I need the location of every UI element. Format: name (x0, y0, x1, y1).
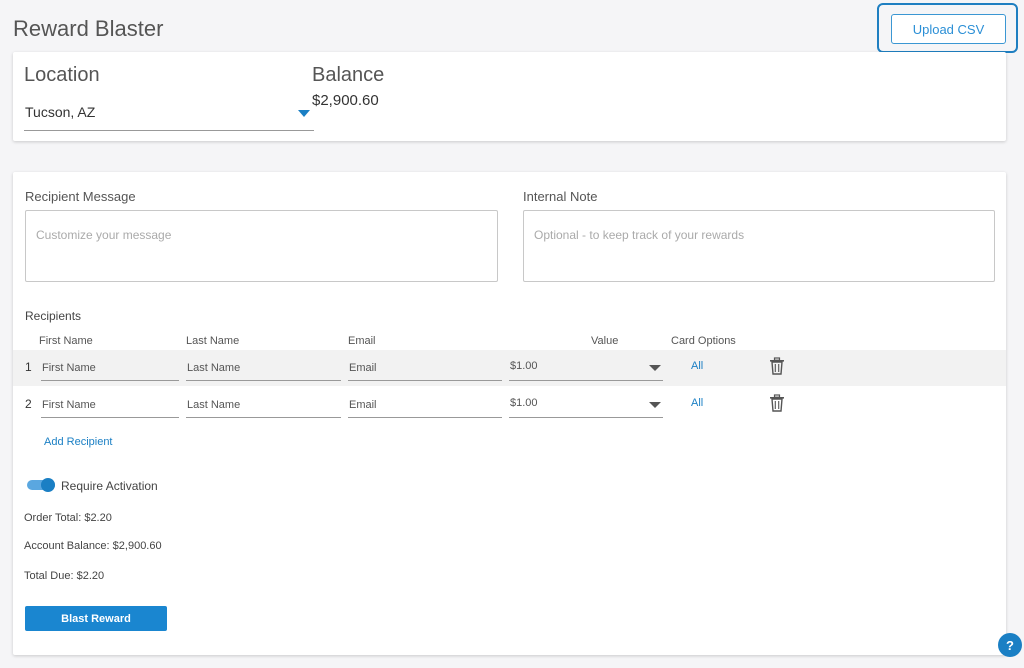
recipient-row: 1 $1.00 All (13, 350, 1006, 386)
location-value: Tucson, AZ (25, 104, 96, 120)
row-number: 2 (25, 397, 32, 411)
internal-note-label: Internal Note (523, 189, 598, 204)
blast-reward-button[interactable]: Blast Reward (25, 606, 167, 631)
caret-down-icon (649, 365, 661, 371)
last-name-input[interactable] (186, 392, 341, 418)
caret-down-icon (649, 402, 661, 408)
col-value: Value (591, 335, 619, 347)
help-icon[interactable]: ? (998, 633, 1022, 657)
col-card-options: Card Options (671, 335, 736, 347)
balance-label: Balance (312, 64, 385, 86)
value-select[interactable]: $1.00 (509, 355, 663, 381)
col-last-name: Last Name (186, 335, 240, 347)
page-title: Reward Blaster (13, 16, 164, 41)
value-text: $1.00 (510, 397, 538, 409)
add-recipient-link[interactable]: Add Recipient (44, 436, 113, 448)
recipient-message-label: Recipient Message (25, 189, 136, 204)
first-name-input[interactable] (41, 355, 179, 381)
upload-focus-ring: Upload CSV (877, 3, 1018, 53)
value-text: $1.00 (510, 360, 538, 372)
account-balance: Account Balance: $2,900.60 (24, 540, 162, 552)
recipients-label: Recipients (25, 309, 82, 323)
trash-icon[interactable] (769, 357, 785, 375)
email-input[interactable] (348, 355, 502, 381)
first-name-input[interactable] (41, 392, 179, 418)
balance-value: $2,900.60 (312, 92, 379, 109)
card-options-all-link[interactable]: All (691, 360, 703, 372)
trash-icon[interactable] (769, 394, 785, 412)
last-name-input[interactable] (186, 355, 341, 381)
value-select[interactable]: $1.00 (509, 392, 663, 418)
toggle-knob (41, 478, 55, 492)
caret-down-icon (298, 110, 310, 117)
card-options-all-link[interactable]: All (691, 397, 703, 409)
recipient-row: 2 $1.00 All (13, 387, 1006, 423)
email-input[interactable] (348, 392, 502, 418)
col-email: Email (348, 335, 376, 347)
total-due: Total Due: $2.20 (24, 570, 105, 582)
internal-note-input[interactable] (523, 210, 995, 282)
row-number: 1 (25, 360, 32, 374)
location-select[interactable]: Tucson, AZ (24, 98, 314, 131)
recipient-message-input[interactable] (25, 210, 498, 282)
order-total: Order Total: $2.20 (24, 512, 112, 524)
location-balance-card: Location Tucson, AZ Balance $2,900.60 (13, 52, 1006, 141)
location-label: Location (24, 64, 100, 86)
reward-form-card: Recipient Message Internal Note Recipien… (13, 172, 1006, 655)
require-activation-toggle[interactable] (27, 478, 55, 492)
require-activation-label: Require Activation (61, 479, 158, 493)
upload-csv-button[interactable]: Upload CSV (891, 14, 1006, 44)
col-first-name: First Name (39, 335, 93, 347)
